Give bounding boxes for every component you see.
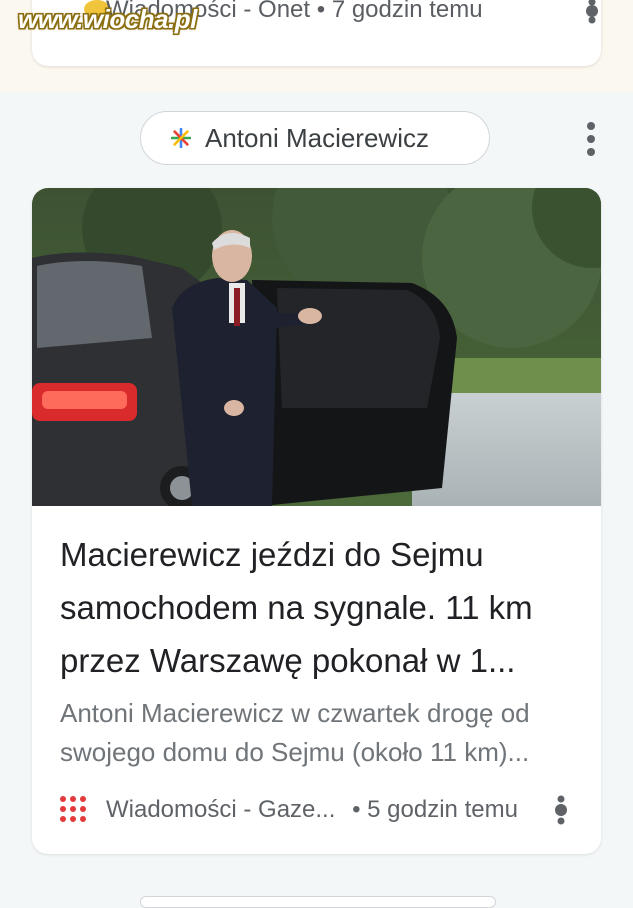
gazeta-dots-icon (60, 796, 86, 822)
pin-dot-icon[interactable] (582, 0, 602, 26)
watermark: www.wiocha.pl (18, 4, 197, 34)
article-time: 5 godzin temu (367, 796, 518, 823)
article-source-line: Wiadomości - Gaze... • 5 godzin temu (106, 796, 518, 824)
previous-separator: • (316, 0, 326, 23)
article-headline[interactable]: Macierewicz jeździ do Sejmu samochodem n… (60, 528, 580, 687)
article-image[interactable] (32, 188, 601, 506)
article-separator: • (352, 796, 361, 823)
article-card[interactable]: Macierewicz jeździ do Sejmu samochodem n… (32, 188, 601, 854)
sparkle-icon (171, 128, 191, 148)
article-snippet: Antoni Macierewicz w czwartek drogę od s… (60, 698, 530, 767)
pin-dot-icon[interactable] (551, 792, 571, 828)
topic-chip[interactable]: Antoni Macierewicz (140, 111, 490, 165)
previous-time: 7 godzin temu (331, 0, 483, 23)
more-vert-icon[interactable] (580, 122, 602, 158)
article-source-name[interactable]: Wiadomości - Gaze... (106, 796, 335, 823)
topic-chip-label: Antoni Macierewicz (205, 122, 429, 153)
next-topic-chip[interactable] (140, 896, 496, 908)
